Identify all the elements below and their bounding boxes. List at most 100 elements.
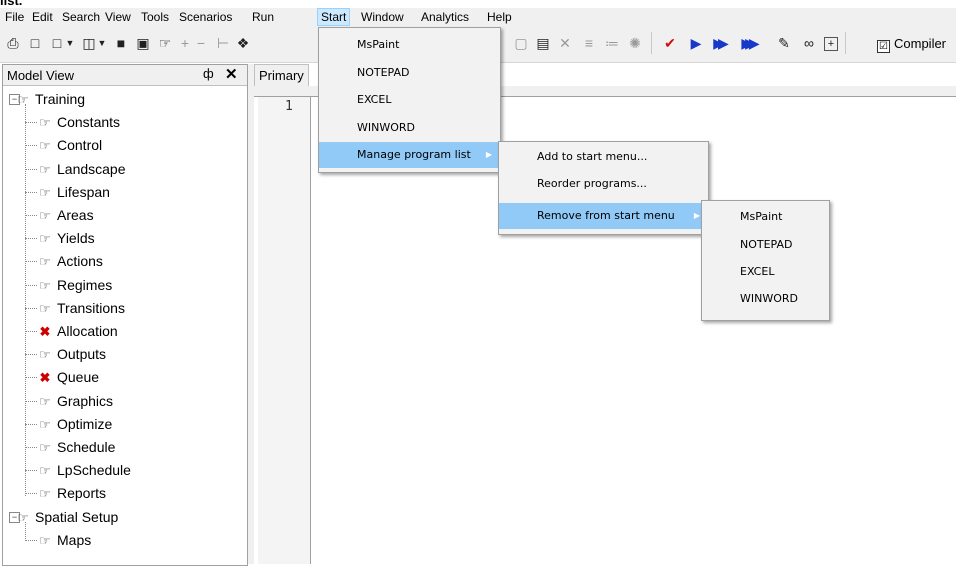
atom-icon[interactable]: ✺ <box>626 34 644 52</box>
paste-icon[interactable]: ▤ <box>534 34 552 52</box>
tree-node-lpschedule[interactable]: ☞ LpSchedule <box>37 459 131 481</box>
network-icon[interactable]: ∞ <box>800 34 818 52</box>
tree-node-label: Lifespan <box>57 183 110 200</box>
start-menu-item-mspaint[interactable]: MsPaint <box>319 32 500 58</box>
tree-node-outputs[interactable]: ☞ Outputs <box>37 343 106 365</box>
open-file-dropdown-icon[interactable]: ▼ <box>97 34 107 52</box>
remove-menu-item-excel[interactable]: EXCEL <box>702 259 829 285</box>
menu-scenarios[interactable]: Scenarios <box>176 9 235 25</box>
tree-node-transitions[interactable]: ☞ Transitions <box>37 297 125 319</box>
close-icon[interactable]: ✕ <box>225 65 238 83</box>
tree-connector <box>25 307 37 309</box>
menu-file[interactable]: File <box>2 9 27 25</box>
tree-node-landscape[interactable]: ☞ Landscape <box>37 158 125 180</box>
node-icon: ☞ <box>39 393 51 409</box>
tree-node-optimize[interactable]: ☞ Optimize <box>37 413 112 435</box>
tree-node-queue[interactable]: ✖ Queue <box>37 366 100 388</box>
checkbox-icon[interactable]: ☑ <box>877 40 890 53</box>
submenu-arrow-icon: ▶ <box>485 150 492 159</box>
tree-connector <box>25 447 37 448</box>
tree-node-lifespan[interactable]: ☞ Lifespan <box>37 181 110 203</box>
menu-window[interactable]: Window <box>358 9 407 25</box>
tab-primary[interactable]: Primary <box>254 64 309 87</box>
tree-node-regimes[interactable]: ☞ Regimes <box>37 274 112 296</box>
tree-connector <box>25 168 37 170</box>
hand-pointer-icon[interactable]: ☞ <box>156 34 174 52</box>
manage-menu-item-reorder[interactable]: Reorder programs... <box>499 171 708 197</box>
tree-node-control[interactable]: ☞ Control <box>37 134 102 156</box>
tree-node-graphics[interactable]: ☞ Graphics <box>37 390 113 412</box>
remove-menu-item-mspaint[interactable]: MsPaint <box>702 204 829 230</box>
run-all-icon[interactable]: ▶▶▶ <box>735 34 759 52</box>
pin-icon[interactable]: ф <box>203 66 214 81</box>
tree-node-schedule[interactable]: ☞ Schedule <box>37 436 115 458</box>
table-icon[interactable]: + <box>824 37 838 51</box>
check-icon[interactable]: ✔ <box>661 34 679 52</box>
tree-node-constants[interactable]: ☞ Constants <box>37 111 120 133</box>
tree-connector <box>25 493 37 495</box>
tree-node-allocation[interactable]: ✖ Allocation <box>37 320 118 342</box>
menu-search[interactable]: Search <box>59 9 103 25</box>
remove-menu-item-winword[interactable]: WINWORD <box>702 286 829 312</box>
node-icon: ☞ <box>39 208 51 223</box>
line-number-gutter: 1 <box>258 97 311 564</box>
save-icon[interactable]: ■ <box>112 34 130 52</box>
menu-view[interactable]: View <box>102 9 134 25</box>
manage-program-list-submenu: Add to start menu... Reorder programs...… <box>498 141 709 235</box>
tree-icon[interactable]: ⊢ <box>214 34 232 52</box>
tree-connector <box>25 191 37 193</box>
new-document-icon[interactable]: □ <box>48 34 66 52</box>
tree-node-maps[interactable]: ☞ Maps <box>37 529 91 551</box>
manage-program-list-label: Manage program list <box>357 148 471 161</box>
model-view-title: Model View <box>7 68 74 83</box>
tree-node-label: Maps <box>57 531 92 548</box>
delete-icon[interactable]: ✕ <box>556 34 574 52</box>
remove-menu-item-notepad[interactable]: NOTEPAD <box>702 232 829 258</box>
compiler-checkbox[interactable]: ☑ Compiler <box>877 35 946 53</box>
tree-connector <box>25 261 37 263</box>
tree-node-yields[interactable]: ☞ Yields <box>37 227 94 249</box>
menu-edit[interactable]: Edit <box>29 9 56 25</box>
copy-icon[interactable]: ▢ <box>512 34 530 52</box>
remove-from-start-label: Remove from start menu <box>537 209 675 222</box>
menu-start[interactable]: Start <box>317 8 351 26</box>
tree-node-actions[interactable]: ☞ Actions <box>37 250 103 272</box>
node-icon: ☞ <box>39 463 51 479</box>
manage-menu-item-add-to-start[interactable]: Add to start menu... <box>499 144 708 170</box>
manage-menu-item-remove-from-start[interactable]: Remove from start menu ▶ <box>499 203 708 229</box>
menu-tools[interactable]: Tools <box>138 9 172 25</box>
tree-connector <box>25 104 26 497</box>
navigate-icon[interactable]: ❖ <box>234 34 252 52</box>
save-all-icon[interactable]: ▣ <box>134 34 152 52</box>
print-icon[interactable]: ⎙ <box>4 34 22 52</box>
new-document-dropdown-icon[interactable]: ▼ <box>65 34 75 52</box>
tree-connector <box>25 423 37 425</box>
tree-node-spatial-setup[interactable]: ☞ Spatial Setup <box>15 506 118 528</box>
remove-from-start-submenu: MsPaint NOTEPAD EXCEL WINWORD <box>701 200 830 321</box>
align-icon[interactable]: ≡ <box>580 34 598 52</box>
new-file-icon[interactable]: □ <box>26 34 44 52</box>
node-icon: ☞ <box>39 440 51 455</box>
menu-run[interactable]: Run <box>249 9 277 25</box>
start-menu-item-notepad[interactable]: NOTEPAD <box>319 60 500 86</box>
indent-icon[interactable]: ≔ <box>603 34 621 52</box>
menu-help[interactable]: Help <box>484 9 515 25</box>
submenu-arrow-icon: ▶ <box>693 211 700 220</box>
edit-pencil-icon[interactable]: ✎ <box>775 34 793 52</box>
open-file-icon[interactable]: ◫ <box>80 34 98 52</box>
toolbar-separator <box>845 32 846 54</box>
start-menu-item-manage-program-list[interactable]: Manage program list ▶ <box>319 142 500 168</box>
collapse-icon[interactable]: − <box>192 34 210 52</box>
run-step-icon[interactable]: ▶▶ <box>709 34 729 52</box>
tree-connector <box>25 215 37 216</box>
node-icon: ☞ <box>39 231 51 247</box>
tree-node-areas[interactable]: ☞ Areas <box>37 204 93 226</box>
node-icon: ☞ <box>39 277 51 293</box>
start-menu-item-winword[interactable]: WINWORD <box>319 115 500 141</box>
tree-node-reports[interactable]: ☞ Reports <box>37 482 106 504</box>
tree-node-label: Transitions <box>57 299 125 316</box>
run-icon[interactable]: ▶ <box>687 34 705 52</box>
start-menu-item-excel[interactable]: EXCEL <box>319 87 500 113</box>
tree-node-label: Schedule <box>57 439 116 455</box>
menu-analytics[interactable]: Analytics <box>418 9 472 25</box>
